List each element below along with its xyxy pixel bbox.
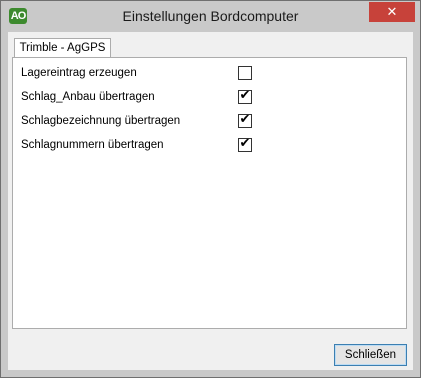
close-window-button[interactable]: ✕ <box>369 2 415 22</box>
checkbox-schlagbezeichnung[interactable]: ✔ <box>238 111 252 128</box>
checkmark-icon <box>239 64 251 78</box>
option-row: Schlagnummern übertragen ✔ <box>21 135 381 154</box>
close-button[interactable]: Schließen <box>334 344 407 366</box>
option-label-schlagbezeichnung: Schlagbezeichnung übertragen <box>21 115 181 127</box>
dialog-body: Trimble - AgGPS Lagereintrag erzeugen Sc… <box>8 32 413 370</box>
option-label-schlag-anbau: Schlag_Anbau übertragen <box>21 91 155 103</box>
checkbox-schlag-anbau[interactable]: ✔ <box>238 87 252 104</box>
option-label-lagereintrag: Lagereintrag erzeugen <box>21 67 137 79</box>
option-row: Schlagbezeichnung übertragen ✔ <box>21 111 381 130</box>
checkmark-icon: ✔ <box>239 111 251 126</box>
checkmark-icon: ✔ <box>239 135 251 150</box>
settings-window: AO Einstellungen Bordcomputer ✕ Trimble … <box>0 0 421 378</box>
checkbox-lagereintrag[interactable] <box>238 66 252 80</box>
option-label-schlagnummern: Schlagnummern übertragen <box>21 139 164 151</box>
option-row: Schlag_Anbau übertragen ✔ <box>21 87 381 106</box>
option-row: Lagereintrag erzeugen <box>21 66 381 82</box>
checkbox-schlagnummern[interactable]: ✔ <box>238 135 252 152</box>
window-title: Einstellungen Bordcomputer <box>122 8 299 24</box>
title-bar[interactable]: AO Einstellungen Bordcomputer ✕ <box>1 1 420 32</box>
close-icon: ✕ <box>386 4 398 19</box>
tab-trimble-aggps[interactable]: Trimble - AgGPS <box>14 38 111 58</box>
tab-panel: Lagereintrag erzeugen Schlag_Anbau übert… <box>12 57 407 329</box>
checkmark-icon: ✔ <box>239 87 251 102</box>
